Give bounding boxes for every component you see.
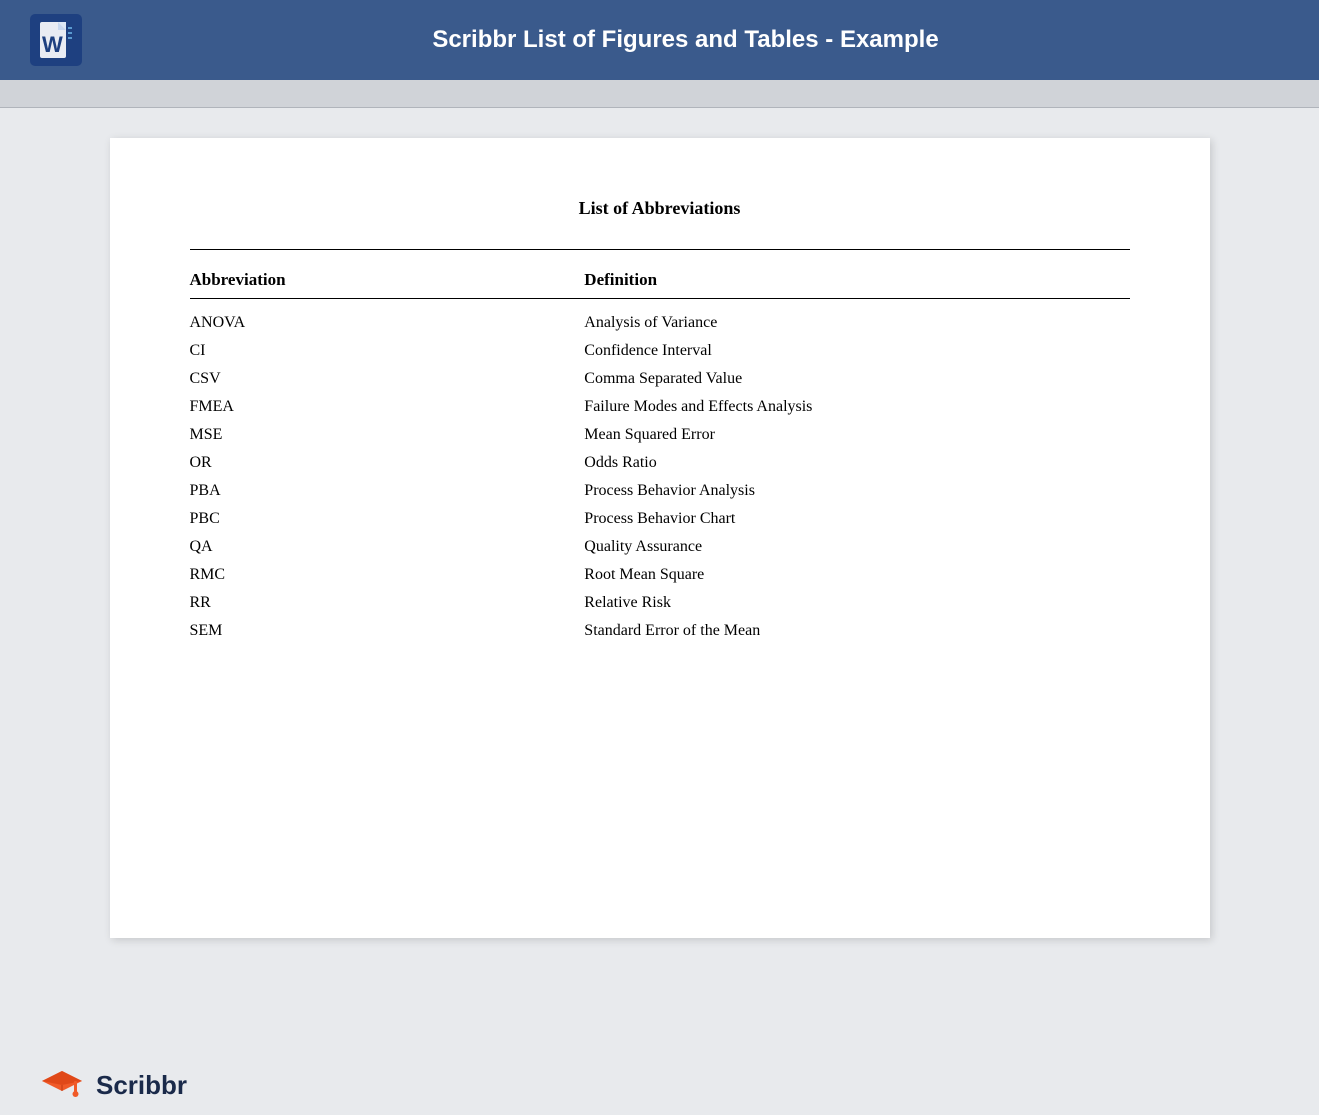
row-abbreviation: FMEA bbox=[190, 398, 585, 416]
table-top-border bbox=[190, 249, 1130, 250]
row-definition: Process Behavior Analysis bbox=[584, 482, 1129, 500]
table-row: RMCRoot Mean Square bbox=[190, 561, 1130, 589]
header-definition: Definition bbox=[584, 270, 1129, 290]
ruler bbox=[0, 80, 1319, 108]
header-abbreviation: Abbreviation bbox=[190, 270, 585, 290]
table-row: CSVComma Separated Value bbox=[190, 365, 1130, 393]
table-row: OROdds Ratio bbox=[190, 449, 1130, 477]
row-definition: Failure Modes and Effects Analysis bbox=[584, 398, 1129, 416]
document-page: List of Abbreviations Abbreviation Defin… bbox=[110, 138, 1210, 938]
table-row: QAQuality Assurance bbox=[190, 533, 1130, 561]
row-definition: Analysis of Variance bbox=[584, 314, 1129, 332]
row-abbreviation: PBA bbox=[190, 482, 585, 500]
table-row: ANOVAAnalysis of Variance bbox=[190, 309, 1130, 337]
abbreviations-table: Abbreviation Definition ANOVAAnalysis of… bbox=[190, 249, 1130, 645]
table-row: PBCProcess Behavior Chart bbox=[190, 505, 1130, 533]
row-abbreviation: QA bbox=[190, 538, 585, 556]
row-abbreviation: PBC bbox=[190, 510, 585, 528]
table-row: MSEMean Squared Error bbox=[190, 421, 1130, 449]
row-abbreviation: OR bbox=[190, 454, 585, 472]
row-abbreviation: CI bbox=[190, 342, 585, 360]
row-abbreviation: MSE bbox=[190, 426, 585, 444]
word-icon: W bbox=[30, 14, 82, 66]
row-abbreviation: RR bbox=[190, 594, 585, 612]
row-definition: Root Mean Square bbox=[584, 566, 1129, 584]
scribbr-name: Scribbr bbox=[96, 1070, 187, 1101]
row-abbreviation: ANOVA bbox=[190, 314, 585, 332]
table-row: RRRelative Risk bbox=[190, 589, 1130, 617]
main-content: List of Abbreviations Abbreviation Defin… bbox=[0, 108, 1319, 1055]
table-row: FMEAFailure Modes and Effects Analysis bbox=[190, 393, 1130, 421]
scribbr-logo: Scribbr bbox=[40, 1063, 187, 1107]
table-row: CIConfidence Interval bbox=[190, 337, 1130, 365]
row-abbreviation: CSV bbox=[190, 370, 585, 388]
table-body: ANOVAAnalysis of VarianceCIConfidence In… bbox=[190, 299, 1130, 645]
header-bar: W Scribbr List of Figures and Tables - E… bbox=[0, 0, 1319, 80]
table-row: PBAProcess Behavior Analysis bbox=[190, 477, 1130, 505]
row-abbreviation: SEM bbox=[190, 622, 585, 640]
scribbr-icon bbox=[40, 1063, 84, 1107]
row-definition: Confidence Interval bbox=[584, 342, 1129, 360]
row-definition: Mean Squared Error bbox=[584, 426, 1129, 444]
bottom-bar: Scribbr bbox=[0, 1055, 1319, 1115]
table-header-row: Abbreviation Definition bbox=[190, 262, 1130, 299]
row-definition: Odds Ratio bbox=[584, 454, 1129, 472]
row-abbreviation: RMC bbox=[190, 566, 585, 584]
row-definition: Process Behavior Chart bbox=[584, 510, 1129, 528]
row-definition: Comma Separated Value bbox=[584, 370, 1129, 388]
document-title: List of Abbreviations bbox=[190, 198, 1130, 219]
row-definition: Quality Assurance bbox=[584, 538, 1129, 556]
svg-text:W: W bbox=[42, 32, 63, 57]
table-row: SEMStandard Error of the Mean bbox=[190, 617, 1130, 645]
row-definition: Standard Error of the Mean bbox=[584, 622, 1129, 640]
row-definition: Relative Risk bbox=[584, 594, 1129, 612]
page-title: Scribbr List of Figures and Tables - Exa… bbox=[82, 26, 1289, 54]
